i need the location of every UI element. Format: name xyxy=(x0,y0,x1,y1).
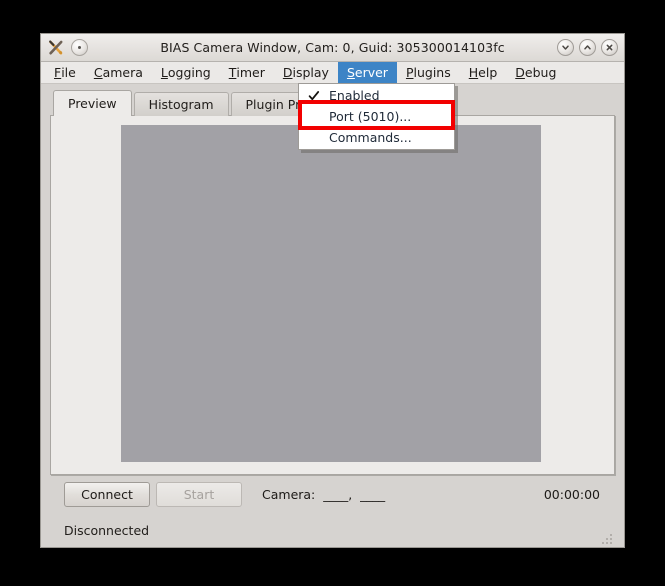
menu-label-rest: erver xyxy=(354,65,388,80)
window-menu-button[interactable] xyxy=(71,39,88,56)
menu-label-rest: amera xyxy=(102,65,143,80)
capture-timer: 00:00:00 xyxy=(543,486,600,502)
tab-histogram[interactable]: Histogram xyxy=(133,92,229,116)
server-menu-label-port: Port (5010)... xyxy=(329,109,412,124)
menu-mnemonic: D xyxy=(515,65,525,80)
menu-label-rest: isplay xyxy=(292,65,329,80)
menu-label-rest: ile xyxy=(61,65,76,80)
bias-app-icon xyxy=(47,39,65,57)
menu-item-plugins[interactable]: Plugins xyxy=(397,62,460,83)
title-bar: BIAS Camera Window, Cam: 0, Guid: 305300… xyxy=(41,34,624,62)
menu-mnemonic: D xyxy=(282,65,293,80)
menu-mnemonic: P xyxy=(405,65,414,80)
menu-mnemonic: S xyxy=(346,65,355,80)
menu-mnemonic: C xyxy=(93,65,103,80)
server-menu-item-enabled[interactable]: Enabled xyxy=(299,85,454,106)
menu-mnemonic: T xyxy=(228,65,237,80)
server-menu-item-port[interactable]: Port (5010)... xyxy=(299,106,454,127)
start-button[interactable]: Start xyxy=(156,481,242,507)
maximize-button[interactable] xyxy=(579,39,596,56)
menu-label-rest: lugins xyxy=(413,65,451,80)
server-menu-popup: Enabled Port (5010)... Commands... xyxy=(298,83,455,150)
title-bar-left-controls xyxy=(47,39,88,57)
title-bar-window-controls xyxy=(557,39,618,56)
menu-mnemonic: L xyxy=(160,65,168,80)
status-message: Disconnected xyxy=(64,522,150,538)
server-menu-label-enabled: Enabled xyxy=(329,88,380,103)
camera-image-placeholder xyxy=(121,125,541,462)
menu-label-rest: elp xyxy=(478,65,498,80)
menu-item-server[interactable]: Server xyxy=(337,62,397,83)
menu-item-display[interactable]: Display xyxy=(274,62,338,83)
server-menu-item-commands[interactable]: Commands... xyxy=(299,127,454,148)
menu-label-rest: imer xyxy=(236,65,265,80)
menu-item-logging[interactable]: Logging xyxy=(152,62,220,83)
camera-controls-bar: Connect Start Camera: ____, ____ 00:00:0… xyxy=(50,475,615,513)
menu-item-file[interactable]: File xyxy=(45,62,85,83)
resize-grip-icon[interactable] xyxy=(599,531,612,544)
checkmark-icon xyxy=(307,89,321,103)
preview-panel xyxy=(50,115,615,475)
connect-button[interactable]: Connect xyxy=(64,481,150,507)
menu-item-timer[interactable]: Timer xyxy=(220,62,274,83)
status-bar: Disconnected xyxy=(50,513,615,547)
menu-item-camera[interactable]: Camera xyxy=(85,62,152,83)
menu-label-rest: ebug xyxy=(524,65,557,80)
window-content: Preview Histogram Plugin Preview Connect… xyxy=(41,84,624,547)
close-button[interactable] xyxy=(601,39,618,56)
menu-label-rest: ogging xyxy=(167,65,211,80)
menu-mnemonic: H xyxy=(468,65,479,80)
menu-mnemonic: F xyxy=(54,65,62,80)
window-title: BIAS Camera Window, Cam: 0, Guid: 305300… xyxy=(160,40,505,55)
menu-item-help[interactable]: Help xyxy=(460,62,507,83)
menu-bar: File Camera Logging Timer Display Server… xyxy=(41,62,624,84)
minimize-button[interactable] xyxy=(557,39,574,56)
tab-preview[interactable]: Preview xyxy=(53,90,132,116)
server-menu-label-commands: Commands... xyxy=(329,130,412,145)
menu-item-debug[interactable]: Debug xyxy=(506,62,565,83)
camera-status-label: Camera: ____, ____ xyxy=(262,486,386,502)
